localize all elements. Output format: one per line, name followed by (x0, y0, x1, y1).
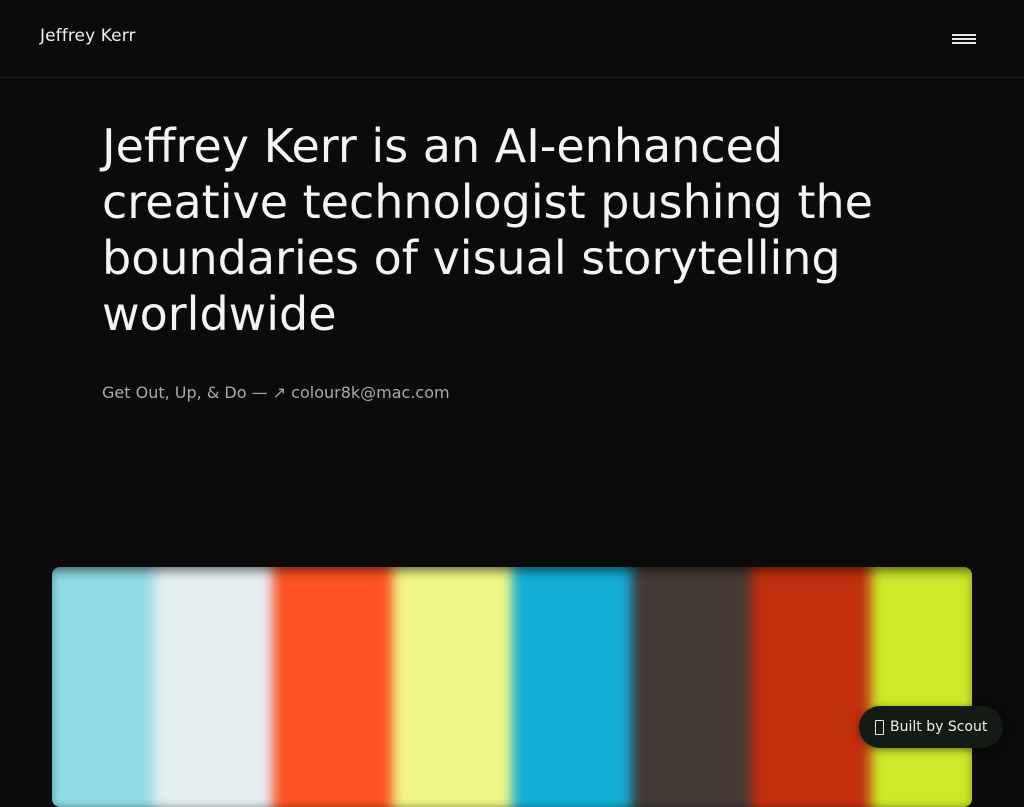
site-brand-link[interactable]: Jeffrey Kerr (40, 26, 136, 46)
color-swatch (52, 567, 154, 807)
email-address: colour8k@mac.com (291, 383, 450, 402)
email-link[interactable]: ↗ colour8k@mac.com (273, 383, 450, 402)
menu-line (952, 34, 976, 36)
scout-icon (875, 719, 884, 735)
badge-label: Built by Scout (890, 719, 988, 735)
menu-line (952, 42, 976, 44)
color-swatch-strip (52, 567, 972, 807)
hamburger-menu-icon[interactable] (946, 26, 982, 52)
color-swatch (392, 567, 512, 807)
tagline-text: Get Out, Up, & Do — (102, 383, 273, 402)
built-by-scout-badge[interactable]: Built by Scout (859, 706, 1004, 748)
color-swatch (272, 567, 393, 807)
color-swatch (631, 567, 752, 807)
color-palette-image (52, 567, 972, 807)
color-swatch (870, 567, 972, 807)
top-navigation-bar: Jeffrey Kerr (0, 0, 1024, 78)
color-swatch (751, 567, 871, 807)
color-swatch (512, 567, 632, 807)
hero-title: Jeffrey Kerr is an AI-enhanced creative … (102, 119, 873, 341)
menu-line (952, 38, 976, 40)
hero-tagline: Get Out, Up, & Do — ↗ colour8k@mac.com (102, 383, 450, 402)
arrow-up-right-icon: ↗ (272, 383, 287, 402)
color-swatch (153, 567, 273, 807)
